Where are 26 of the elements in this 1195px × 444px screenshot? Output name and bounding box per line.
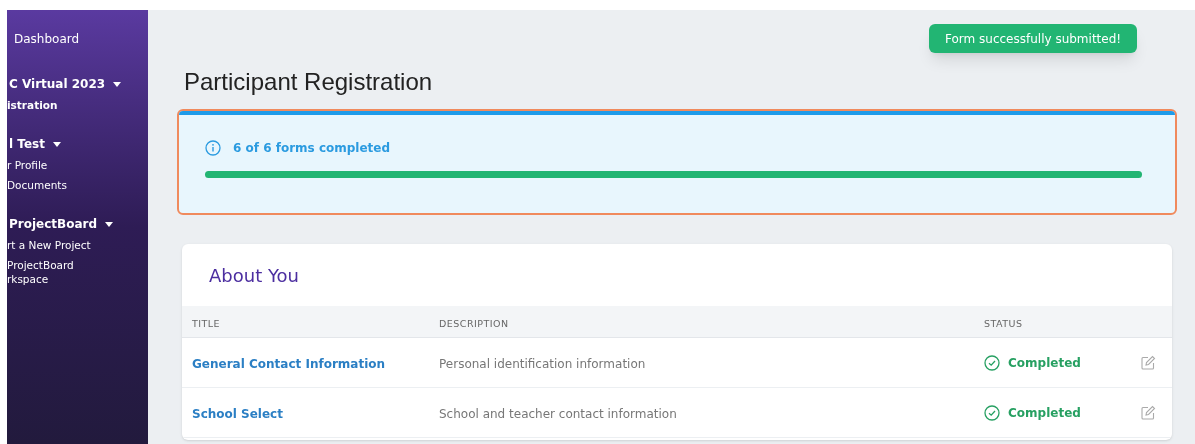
caret-icon[interactable] (113, 81, 122, 87)
info-icon (205, 140, 221, 156)
column-header: TITLE (192, 317, 221, 329)
nav-link[interactable]: Dashboard (7, 10, 148, 74)
progress-text: 6 of 6 forms completed (233, 140, 391, 157)
status-text: Completed (1008, 354, 1081, 372)
nav-section-heading[interactable]: l Test (9, 135, 45, 153)
table-cell: Personal identification information (439, 356, 646, 371)
form-link[interactable]: General Contact Information (192, 356, 386, 371)
success-toast: Form successfully submitted! (929, 24, 1138, 53)
section-title: About You (208, 264, 300, 288)
nav-link[interactable]: istration (7, 98, 148, 112)
nav-link[interactable]: ProjectBoard rkspace (7, 258, 148, 286)
page-title: Participant Registration (184, 67, 433, 97)
nav-link[interactable]: rt a New Project (7, 238, 148, 252)
caret-icon[interactable] (52, 141, 61, 147)
nav-link[interactable]: r Profile (7, 158, 148, 172)
form-link[interactable]: School Select (192, 406, 283, 421)
column-header: STATUS (984, 317, 1023, 329)
caret-icon[interactable] (105, 221, 114, 227)
nav-section-heading[interactable]: C Virtual 2023 (9, 75, 106, 93)
column-header: DESCRIPTION (439, 317, 509, 329)
nav-link[interactable]: Documents (7, 178, 148, 192)
table-cell: School and teacher contact information (439, 406, 677, 421)
status-text: Completed (1008, 404, 1081, 422)
nav-section-heading[interactable]: ProjectBoard (9, 215, 98, 233)
